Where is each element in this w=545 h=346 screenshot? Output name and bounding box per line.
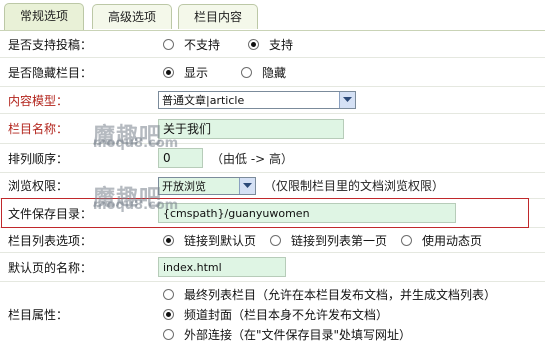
row-browse-permission: 浏览权限： 开放浏览 （仅限制栏目里的文档浏览权限） [0,173,545,199]
row-sort-order: 排列顺序： 0 （由低 -> 高） [0,144,545,173]
row-list-option: 栏目列表选项： 链接到默认页 链接到列表第一页 使用动态页 [0,228,545,253]
column-name-label: 栏目名称： [8,122,69,136]
browse-permission-label: 浏览权限： [8,179,69,193]
browse-permission-hint: （仅限制栏目里的文档浏览权限） [264,179,445,193]
list-option-label: 栏目列表选项： [8,233,93,248]
tab-general[interactable]: 常规选项 [4,3,84,30]
browse-permission-select[interactable]: 开放浏览 [158,176,256,195]
radio-button[interactable] [163,38,174,50]
row-column-name: 栏目名称： 关于我们 [0,114,545,144]
save-directory-highlight-box [1,198,529,228]
link-default-page-option[interactable]: 链接到默认页 [163,232,256,249]
radio-button[interactable] [270,234,282,246]
row-hidden: 是否隐藏栏目： 显示 隐藏 [0,58,545,87]
row-allow-submit: 是否支持投稿： 不支持 支持 [0,31,545,58]
radio-button[interactable] [163,329,174,340]
default-page-label: 默认页的名称： [8,260,93,275]
use-dynamic-page-option[interactable]: 使用动态页 [401,232,482,249]
show-option[interactable]: 显示 [163,64,208,81]
tab-column-content[interactable]: 栏目内容 [178,4,258,29]
chevron-down-icon[interactable] [339,92,355,108]
attr-channel-cover-option[interactable]: 频道封面（栏目本身不允许发布文档） [163,306,388,323]
allow-submit-no-option[interactable]: 不支持 [163,36,220,53]
radio-button-selected[interactable] [163,66,174,78]
chevron-down-icon[interactable] [239,177,255,194]
radio-button-selected[interactable] [248,38,260,50]
radio-button-selected[interactable] [163,309,174,320]
default-page-input[interactable]: index.html [158,257,286,277]
attr-final-list-option[interactable]: 最终列表栏目（允许在本栏目发布文档，并生成文档列表） [163,286,496,303]
allow-submit-label: 是否支持投稿： [8,37,93,52]
allow-submit-yes-option[interactable]: 支持 [248,36,293,53]
radio-button[interactable] [163,289,174,300]
link-list-first-page-option[interactable]: 链接到列表第一页 [270,232,387,249]
content-model-select[interactable]: 普通文章|article [158,91,356,109]
tab-advanced[interactable]: 高级选项 [92,4,172,29]
sort-order-hint: （由低 -> 高） [211,151,294,166]
row-content-model: 内容模型： 普通文章|article [0,87,545,114]
column-name-input[interactable]: 关于我们 [158,118,344,139]
tab-bar: 常规选项 高级选项 栏目内容 [0,0,545,31]
hidden-label: 是否隐藏栏目： [8,65,93,80]
radio-button-selected[interactable] [163,234,174,246]
content-model-label: 内容模型： [8,93,69,108]
sort-order-label: 排列顺序： [8,151,69,166]
radio-button[interactable] [241,66,253,78]
attr-external-link-option[interactable]: 外部连接（在"文件保存目录"处填写网址） [163,326,411,343]
hide-option[interactable]: 隐藏 [241,64,286,81]
radio-button[interactable] [401,234,413,246]
row-column-attributes: 栏目属性： 最终列表栏目（允许在本栏目发布文档，并生成文档列表） 频道封面（栏目… [0,282,545,346]
row-default-page: 默认页的名称： index.html [0,253,545,282]
sort-order-input[interactable]: 0 [158,148,203,168]
column-attributes-label: 栏目属性： [8,307,69,322]
